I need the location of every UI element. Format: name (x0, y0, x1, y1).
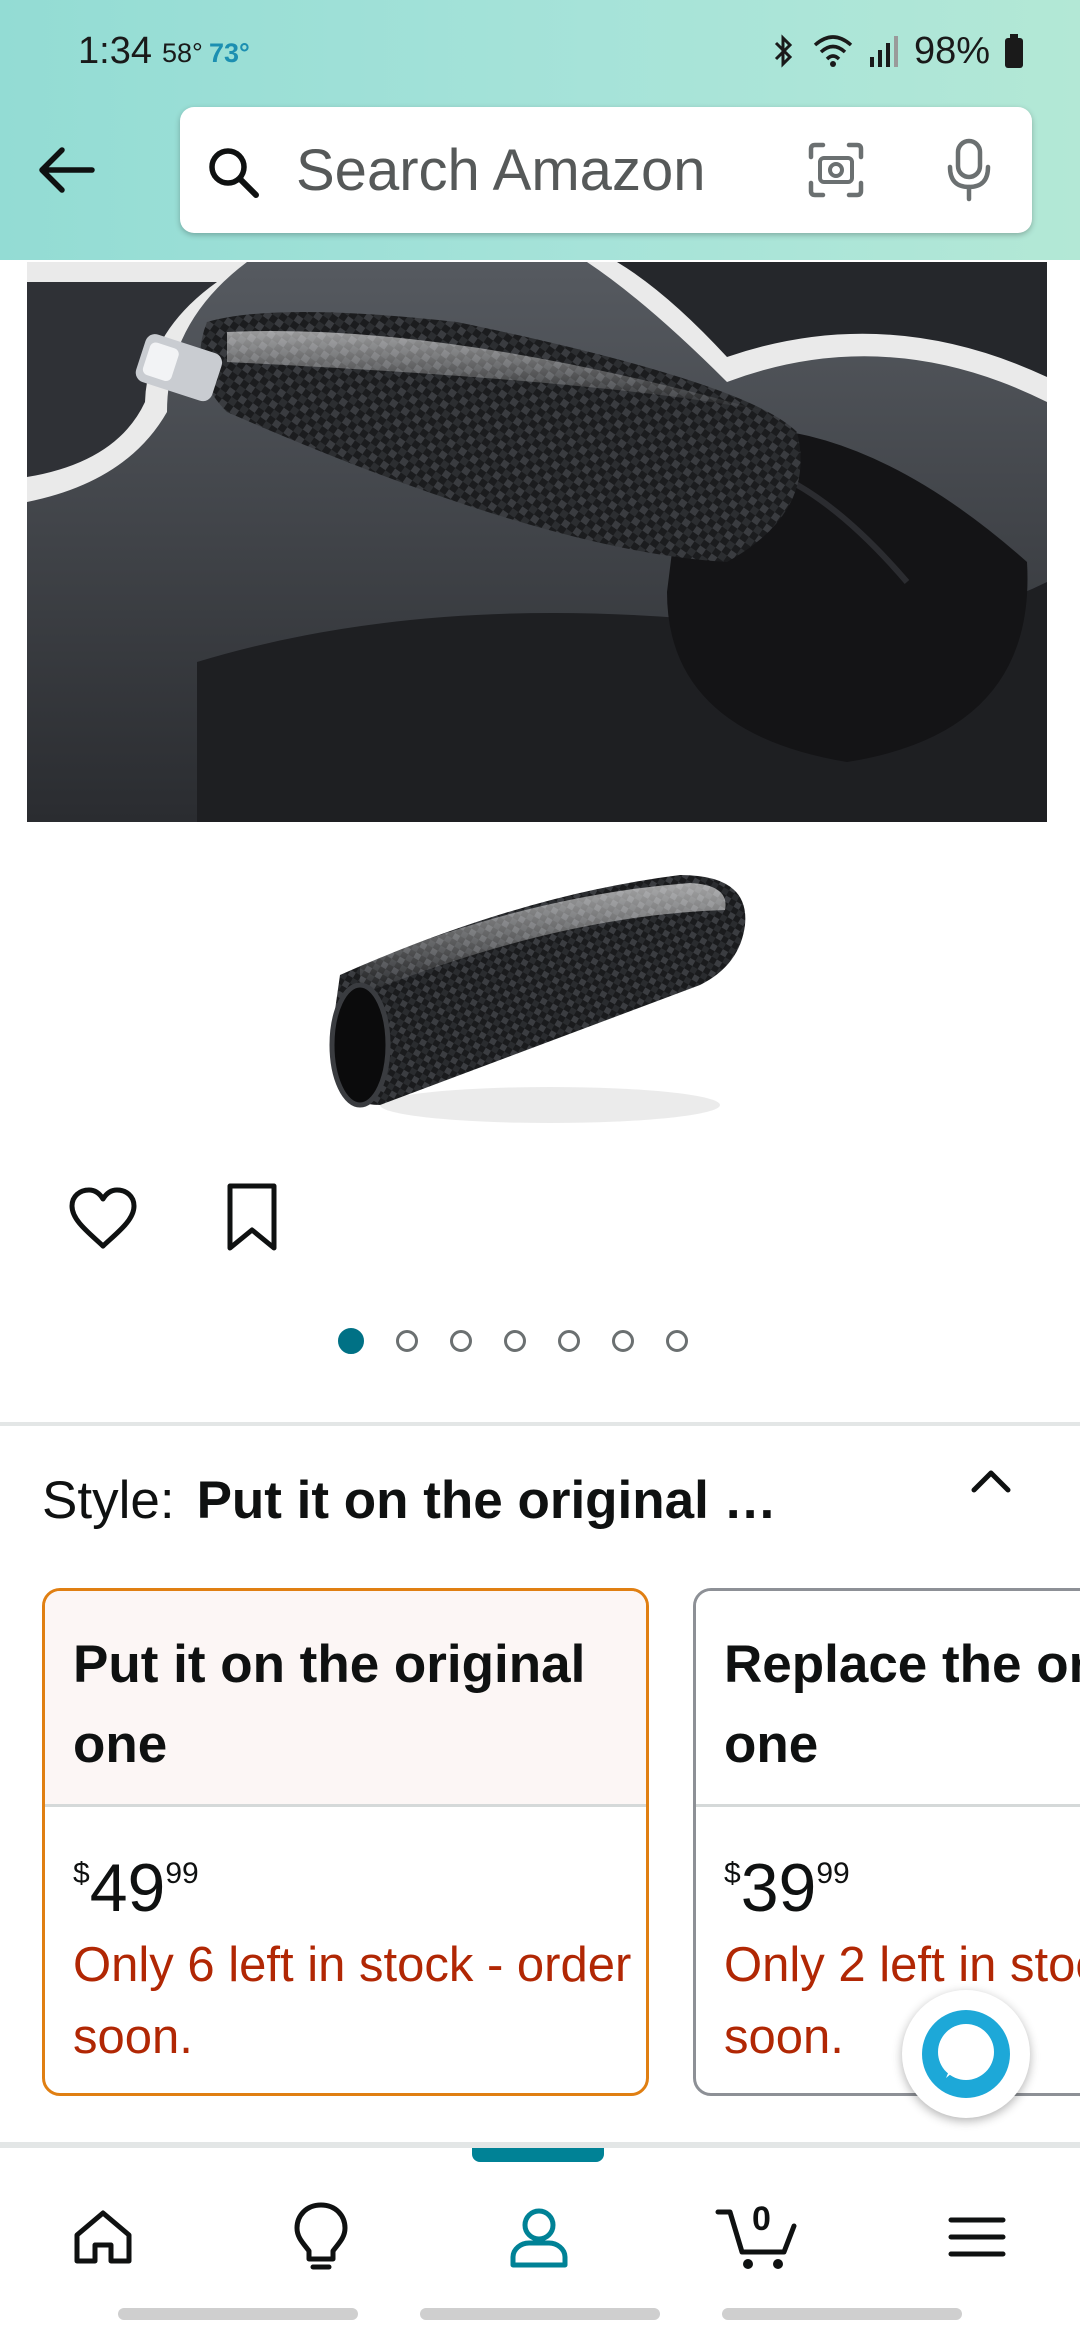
product-photo-car-interior (27, 262, 1047, 822)
menu-icon (948, 2217, 1006, 2257)
nav-inspire[interactable] (276, 2192, 366, 2282)
carousel-dot[interactable] (612, 1330, 634, 1352)
price-currency: $ (73, 1857, 90, 1890)
style-label: Style: (42, 1471, 175, 1530)
active-tab-indicator (472, 2148, 604, 2162)
carousel-dot[interactable] (666, 1330, 688, 1352)
alexa-button[interactable] (902, 1990, 1030, 2118)
arrow-left-icon (39, 147, 95, 193)
back-button[interactable] (34, 138, 98, 202)
status-time: 1:34 (78, 30, 152, 72)
style-option-title: Put it on the original one (73, 1635, 586, 1774)
carousel-dot[interactable] (504, 1330, 526, 1352)
section-divider (0, 1422, 1080, 1426)
heart-outline-icon (69, 1187, 137, 1249)
profile-icon (510, 2208, 568, 2268)
status-temperature: 58° (162, 38, 203, 68)
nav-cart[interactable]: 0 (712, 2192, 802, 2282)
signal-icon (869, 36, 898, 67)
microphone-icon[interactable] (942, 137, 996, 203)
price-whole: 39 (740, 1850, 817, 1926)
bottom-navigation: 0 (0, 2148, 1080, 2298)
carousel-dot[interactable] (396, 1330, 418, 1352)
product-photo-brake-handle (329, 875, 746, 1123)
search-input[interactable]: Search Amazon (296, 137, 705, 204)
style-option-price: $3999 (724, 1849, 850, 1929)
price-currency: $ (724, 1857, 741, 1890)
search-bar[interactable]: Search Amazon (180, 107, 1032, 233)
add-to-wishlist-button[interactable] (68, 1186, 138, 1252)
style-option-card[interactable]: Replace the original one $3999 Only 2 le… (693, 1588, 1080, 2096)
style-option-title: Replace the original one (724, 1635, 1080, 1774)
gesture-handle-center (420, 2308, 660, 2320)
bluetooth-icon (774, 34, 793, 68)
save-for-later-button[interactable] (222, 1182, 282, 1254)
style-option-card-selected[interactable]: Put it on the original one $4999 Only 6 … (42, 1588, 649, 2096)
style-selector-header[interactable]: Style: Put it on the original … (42, 1470, 1042, 1540)
carousel-dot-active[interactable] (338, 1328, 364, 1354)
search-icon (209, 148, 259, 198)
gesture-handle-left (118, 2308, 358, 2320)
style-option-title-area: Replace the original one (696, 1591, 1080, 1807)
nav-profile[interactable] (494, 2192, 584, 2282)
price-whole: 49 (89, 1850, 166, 1926)
status-bar: 1:34 58° 73° 98% (0, 0, 1080, 100)
lightbulb-icon (294, 2202, 348, 2270)
style-option-price: $4999 (73, 1849, 199, 1929)
product-thumbnail-image[interactable] (320, 855, 760, 1155)
battery-percentage: 98% (913, 29, 990, 72)
gesture-handle-right (722, 2308, 962, 2320)
nav-home[interactable] (58, 2192, 148, 2282)
app-header: 1:34 58° 73° 98% Search Amazon (0, 0, 1080, 260)
style-option-title-area: Put it on the original one (45, 1591, 646, 1807)
price-fraction: 99 (816, 1857, 850, 1890)
wifi-icon (813, 35, 853, 67)
carousel-dot[interactable] (450, 1330, 472, 1352)
product-main-image[interactable] (27, 262, 1047, 822)
alexa-icon (922, 2010, 1010, 2098)
nav-menu[interactable] (932, 2192, 1022, 2282)
stock-status: Only 6 left in stock - order soon. (73, 1938, 632, 2064)
style-selected-value: Put it on the original … (196, 1471, 777, 1530)
status-icons: 98% (770, 26, 1024, 76)
image-carousel-dots (338, 1326, 688, 1356)
price-fraction: 99 (165, 1857, 199, 1890)
carousel-dot[interactable] (558, 1330, 580, 1352)
home-icon (74, 2210, 132, 2264)
battery-icon (1005, 34, 1023, 68)
status-temperature-high: 73° (209, 38, 250, 68)
camera-scan-icon[interactable] (807, 141, 865, 199)
cart-count: 0 (752, 2200, 771, 2238)
collapse-button[interactable] (966, 1460, 1016, 1500)
bookmark-outline-icon (227, 1183, 277, 1251)
chevron-up-icon (971, 1470, 1011, 1493)
